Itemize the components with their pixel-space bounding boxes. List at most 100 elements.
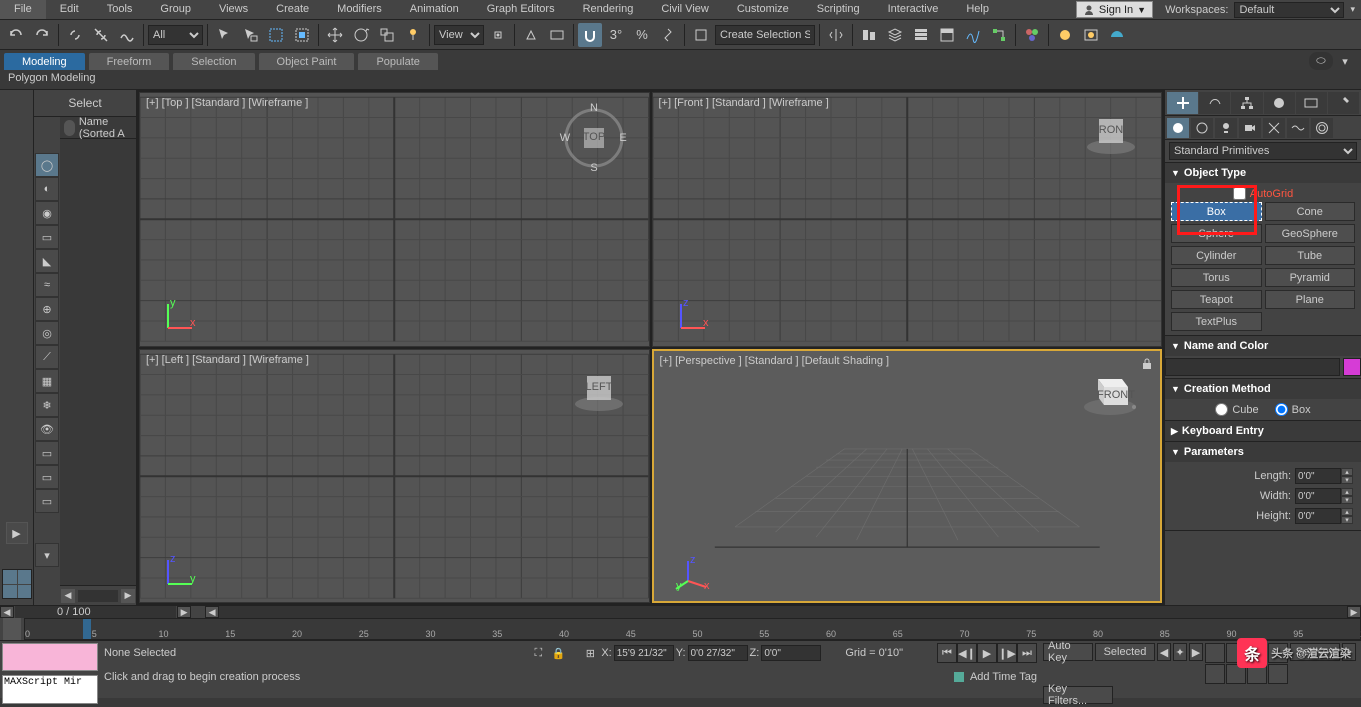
length-dn[interactable]: ▾ [1341,476,1353,484]
cmdtab-hierarchy[interactable] [1231,92,1262,114]
menu-civilview[interactable]: Civil View [647,0,722,19]
layer-button[interactable] [883,23,907,47]
cmdtab-create[interactable] [1167,92,1198,114]
rollout-keyboard-header[interactable]: ▶Keyboard Entry [1165,421,1361,441]
menu-rendering[interactable]: Rendering [569,0,648,19]
selection-filter-select[interactable]: All [148,25,203,45]
scene-explorer-button[interactable] [909,23,933,47]
viewport-front-label[interactable]: [+] [Front ] [Standard ] [Wireframe ] [659,97,829,109]
isolate-icon[interactable]: ⛶ [529,644,547,662]
timeline-cursor[interactable] [83,619,91,639]
cat-lights[interactable] [1215,118,1237,138]
cmdtab-display[interactable] [1296,92,1327,114]
setkey-icon[interactable]: ✦ [1342,643,1356,661]
viewport-top-label[interactable]: [+] [Top ] [Standard ] [Wireframe ] [146,97,308,109]
menu-animation[interactable]: Animation [396,0,473,19]
objbtn-textplus[interactable]: TextPlus [1171,312,1262,331]
rect-select-button[interactable] [264,23,288,47]
lock-icon[interactable]: 🔒 [549,644,567,662]
objbtn-cylinder[interactable]: Cylinder [1171,246,1262,265]
cat-cameras[interactable] [1239,118,1261,138]
viewcube-left[interactable]: LEFT [569,360,629,420]
keyfilters-button[interactable]: Key Filters... [1043,686,1113,704]
y-input[interactable] [688,645,748,661]
menu-grapheditors[interactable]: Graph Editors [473,0,569,19]
hscroll-track[interactable] [78,590,118,602]
object-color-swatch[interactable] [1343,358,1361,376]
viewport-perspective[interactable]: [+] [Perspective ] [Standard ] [Default … [652,349,1163,604]
filter-container-icon[interactable]: ▦ [35,369,59,393]
signin-button[interactable]: Sign In ▼ [1076,1,1153,18]
ribbon-toggle-icon[interactable]: ⬭ [1309,52,1333,70]
filter-none1-icon[interactable]: ▭ [35,441,59,465]
width-input[interactable] [1295,488,1341,504]
curve-editor-button[interactable] [961,23,985,47]
creation-cube-radio[interactable]: Cube [1215,403,1258,416]
menu-modifiers[interactable]: Modifiers [323,0,396,19]
filter-shapes-icon[interactable]: ◐ [35,177,59,201]
ribbon-tab-selection[interactable]: Selection [173,53,254,70]
viewcube-persp[interactable]: FRONT [1080,361,1140,421]
x-input[interactable] [614,645,674,661]
setkey-button[interactable]: Set Key [1290,643,1340,661]
viewport-left[interactable]: [+] [Left ] [Standard ] [Wireframe ] z y… [139,349,650,604]
ribbon-tab-freeform[interactable]: Freeform [89,53,170,70]
key-ic-icon[interactable]: ✦ [1173,643,1187,661]
cat-geometry[interactable] [1167,118,1189,138]
menu-edit[interactable]: Edit [46,0,93,19]
objbtn-torus[interactable]: Torus [1171,268,1262,287]
menu-tools[interactable]: Tools [93,0,147,19]
goto-start-button[interactable]: ⏮ [937,643,957,663]
goto-end-button[interactable]: ⏭ [1017,643,1037,663]
schematic-button[interactable] [987,23,1011,47]
nav-orbit[interactable] [1226,664,1246,684]
hscroll-right-icon[interactable]: ▶ [121,589,135,603]
menu-group[interactable]: Group [146,0,205,19]
filter-geometry-icon[interactable]: ◯ [35,153,59,177]
time-scroll-left2[interactable]: ◀ [205,606,219,618]
object-name-input[interactable] [1165,358,1340,376]
keyboard-shortcut-button[interactable] [545,23,569,47]
ribbon-expand-icon[interactable]: ▾ [1335,52,1355,70]
timeline-head-icon[interactable] [3,618,21,640]
prev-frame-button[interactable]: ◀❙ [957,643,977,663]
filter-cameras-icon[interactable]: ▭ [35,225,59,249]
nav-max[interactable] [1247,664,1267,684]
z-input[interactable] [761,645,821,661]
play-button[interactable]: ▶ [977,643,997,663]
select-name-button[interactable] [238,23,262,47]
menu-views[interactable]: Views [205,0,262,19]
menu-interactive[interactable]: Interactive [874,0,953,19]
ribbon-tab-objectpaint[interactable]: Object Paint [259,53,355,70]
objbtn-plane[interactable]: Plane [1265,290,1356,309]
length-up[interactable]: ▴ [1341,468,1353,476]
viewport-left-label[interactable]: [+] [Left ] [Standard ] [Wireframe ] [146,354,309,366]
filter-spacewarps-icon[interactable]: ≈ [35,273,59,297]
filter-lights-icon[interactable]: ◉ [35,201,59,225]
creation-box-radio[interactable]: Box [1275,403,1311,416]
key-left-icon[interactable]: ◀ [1157,643,1171,661]
filter-frozen-icon[interactable]: ❄ [35,393,59,417]
placement-button[interactable] [401,23,425,47]
ribbon-tab-populate[interactable]: Populate [358,53,437,70]
time-scroll-left[interactable]: ◀ [0,606,14,618]
cat-systems[interactable] [1311,118,1333,138]
objbtn-geosphere[interactable]: GeoSphere [1265,224,1356,243]
filter-none3-icon[interactable]: ▭ [35,489,59,513]
cmdtab-motion[interactable] [1264,92,1295,114]
menu-file[interactable]: File [0,0,46,19]
unlink-button[interactable] [89,23,113,47]
scale-button[interactable] [375,23,399,47]
nav-misc[interactable] [1268,664,1288,684]
selected-button[interactable]: Selected [1095,643,1155,661]
manipulate-button[interactable] [519,23,543,47]
redo-button[interactable] [30,23,54,47]
rollout-params-header[interactable]: ▼Parameters [1165,442,1361,462]
height-up[interactable]: ▴ [1341,508,1353,516]
height-input[interactable] [1295,508,1341,524]
percent-snap-button[interactable]: % [630,23,654,47]
rotate-button[interactable] [349,23,373,47]
menu-scripting[interactable]: Scripting [803,0,874,19]
maxscript-listener[interactable]: MAXScript Mir [2,675,98,705]
pivot-button[interactable] [486,23,510,47]
